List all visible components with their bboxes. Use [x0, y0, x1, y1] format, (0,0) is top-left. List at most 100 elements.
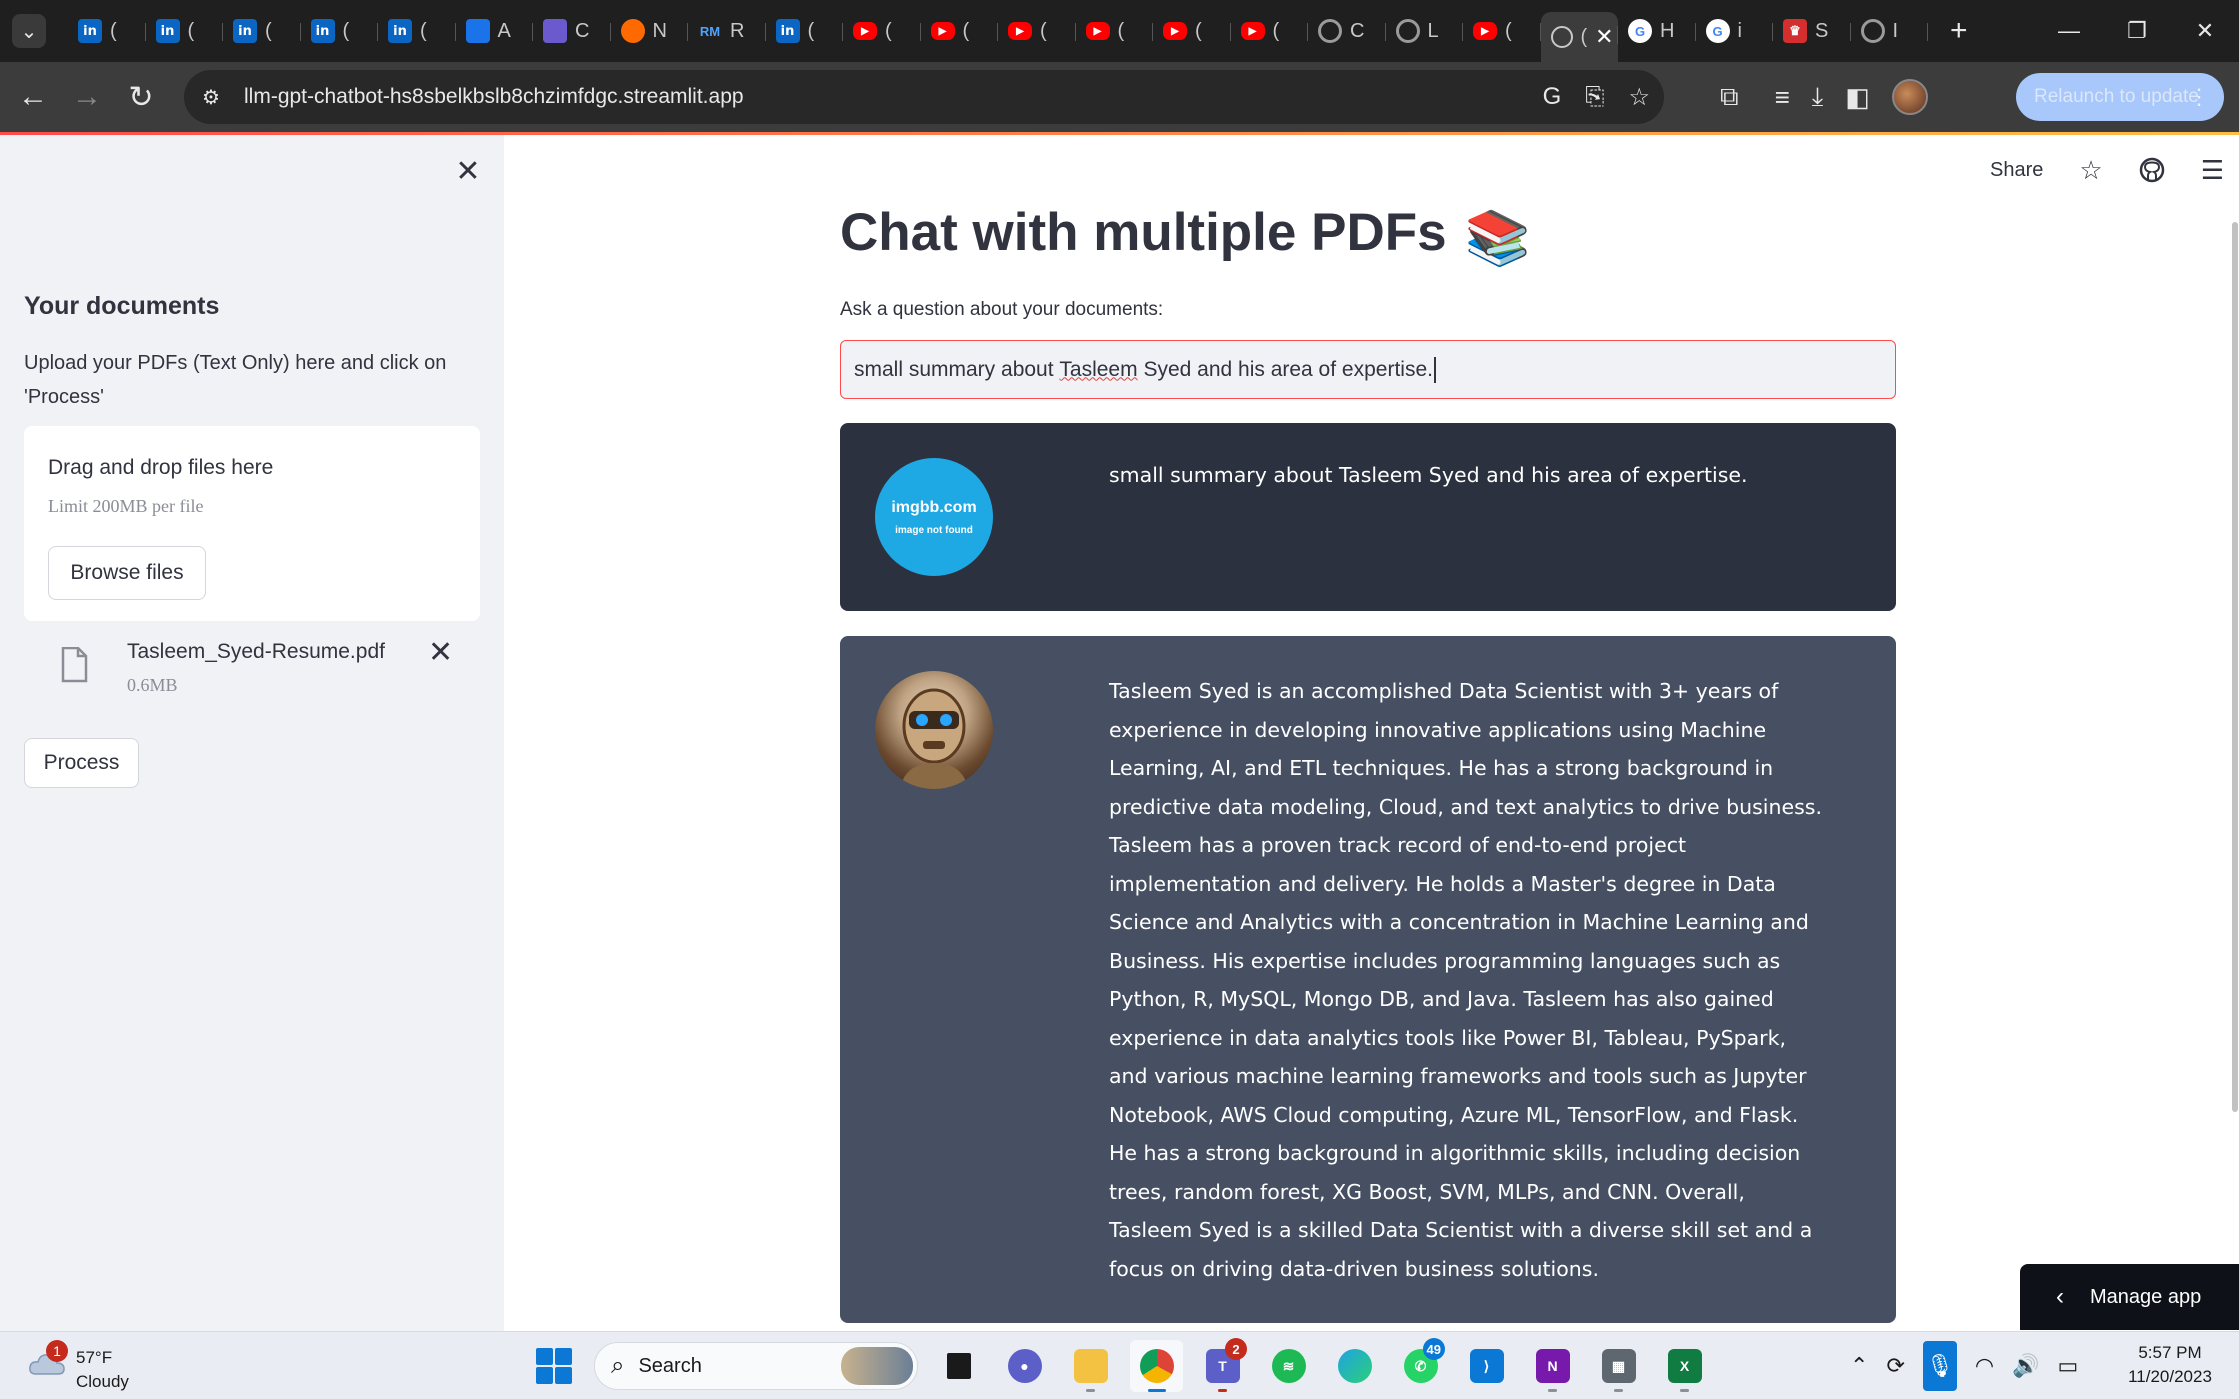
favorite-star-icon[interactable]: ☆ [2079, 155, 2102, 186]
browser-tab[interactable]: in ( [301, 9, 379, 53]
forward-arrow-icon[interactable]: → [60, 70, 114, 124]
address-bar-actions: G ⎘ ☆ [1543, 70, 1650, 124]
browser-tab[interactable]: ♛ S [1773, 9, 1851, 53]
browse-files-button[interactable]: Browse files [48, 546, 206, 600]
battery-icon[interactable]: ▭ [2057, 1353, 2078, 1379]
question-input[interactable]: small summary about Tasleem Syed and his… [840, 340, 1896, 399]
task-view-icon[interactable] [932, 1340, 985, 1392]
page-scrollbar[interactable] [2232, 222, 2238, 1112]
downloads-icon[interactable]: ⤓ [1812, 81, 1824, 113]
side-panel-icon[interactable]: ◧ [1845, 82, 1870, 113]
browser-tab[interactable]: A [456, 9, 534, 53]
text-caret [1433, 356, 1436, 383]
whatsapp-icon[interactable]: ✆ 49 [1394, 1338, 1447, 1392]
browser-tab[interactable]: ▶( [843, 9, 921, 53]
browser-tab[interactable]: C [1308, 9, 1386, 53]
close-window-icon[interactable]: ✕ [2171, 0, 2239, 62]
youtube-icon: ▶ [853, 22, 877, 40]
browser-tab[interactable]: GH [1618, 9, 1696, 53]
github-icon[interactable] [2139, 157, 2165, 183]
browser-tab[interactable]: Gi [1696, 9, 1774, 53]
dropzone-title: Drag and drop files here [48, 456, 274, 479]
youtube-icon: ▶ [1473, 22, 1497, 40]
edge-icon[interactable] [1328, 1340, 1381, 1392]
teams-badge: 2 [1225, 1338, 1247, 1360]
site-info-icon[interactable]: ⚙ [192, 78, 230, 116]
tab-title: ( [1040, 19, 1047, 42]
spotify-icon[interactable]: ≋ [1262, 1340, 1315, 1392]
restore-icon[interactable]: ❐ [2103, 0, 2171, 62]
share-link[interactable]: Share [1990, 159, 2043, 182]
system-clock[interactable]: 5:57 PM 11/20/2023 [2110, 1341, 2230, 1389]
browser-tab[interactable]: RM R [688, 9, 766, 53]
browser-tab[interactable]: ▶( [998, 9, 1076, 53]
browser-tab[interactable]: in ( [146, 9, 224, 53]
new-tab-plus-icon[interactable]: + [1950, 14, 1968, 48]
browser-tab[interactable]: in ( [223, 9, 301, 53]
tab-close-icon[interactable]: ✕ [1595, 24, 1613, 50]
onenote-icon[interactable]: N [1526, 1340, 1579, 1392]
weather-widget[interactable]: 1 57°F Cloudy [20, 1340, 140, 1392]
tray-overflow-chevron-icon[interactable]: ⌃ [1850, 1353, 1868, 1379]
taskbar-search-label: Search [638, 1354, 702, 1377]
media-controls-icon[interactable]: ≡ [1775, 82, 1790, 113]
windows-start-icon[interactable] [536, 1348, 572, 1384]
wifi-icon[interactable]: ◠ [1975, 1353, 1994, 1379]
profile-avatar[interactable] [1891, 79, 1928, 115]
calculator-icon[interactable]: ▦ [1592, 1340, 1645, 1392]
spellcheck-word: Tasleem [1059, 357, 1138, 381]
tab-title: C [575, 19, 590, 42]
browser-tab[interactable]: (✕ [1540, 12, 1618, 62]
window-controls: — ❐ ✕ [2035, 0, 2239, 62]
teams-icon[interactable]: T2 [1196, 1338, 1249, 1392]
hamburger-menu-icon[interactable]: ☰ [2201, 155, 2224, 186]
browser-tab[interactable]: ▶( [921, 9, 999, 53]
remove-file-icon[interactable]: ✕ [428, 635, 453, 670]
file-dropzone[interactable]: Drag and drop files here Limit 200MB per… [24, 426, 480, 621]
teams-chat-icon[interactable]: ● [998, 1340, 1051, 1392]
google-icon: G [1628, 19, 1652, 43]
microphone-icon[interactable]: 🎙 [1922, 1341, 1957, 1391]
bookmark-star-icon[interactable]: ☆ [1628, 83, 1650, 112]
vscode-icon[interactable]: ⟩ [1460, 1340, 1513, 1392]
clock-time: 5:57 PM [2138, 1343, 2202, 1362]
reload-icon[interactable]: ↻ [114, 70, 168, 124]
browser-tab[interactable]: in ( [766, 9, 844, 53]
relaunch-label: Relaunch to update [2034, 86, 2199, 107]
app-header: Share ☆ ☰ [1990, 150, 2224, 190]
process-button[interactable]: Process [24, 738, 139, 788]
manage-app-button[interactable]: ‹ Manage app [2020, 1264, 2239, 1330]
file-explorer-icon[interactable] [1064, 1340, 1117, 1392]
browser-tab[interactable]: I [1851, 9, 1929, 53]
extensions-puzzle-icon[interactable]: ⧉ [1720, 81, 1739, 113]
browser-tab[interactable]: in ( [378, 9, 456, 53]
sync-icon[interactable]: ⟳ [1886, 1353, 1904, 1379]
address-bar[interactable]: ⚙ llm-gpt-chatbot-hs8sbelkbslb8chzimfdgc… [184, 70, 1664, 124]
arrow-logo-icon [465, 19, 490, 43]
taskbar-search[interactable]: ⌕ Search [594, 1342, 918, 1390]
avatar-brand-text: imgbb.com [891, 498, 977, 516]
tab-title: ( [265, 19, 272, 42]
install-app-icon[interactable]: ⎘ [1585, 83, 1604, 111]
browser-tab[interactable]: L [1386, 9, 1464, 53]
page-title-text: Chat with multiple PDFs [840, 203, 1447, 262]
url-text[interactable]: llm-gpt-chatbot-hs8sbelkbslb8chzimfdgc.s… [244, 85, 744, 109]
google-lens-icon[interactable]: G [1543, 83, 1562, 111]
browser-tab[interactable]: ▶( [1231, 9, 1309, 53]
browser-tab[interactable]: N [611, 9, 689, 53]
browser-tab[interactable]: C [533, 9, 611, 53]
volume-icon[interactable]: 🔊 [2012, 1353, 2039, 1379]
browser-tab[interactable]: ▶( [1076, 9, 1154, 53]
linkedin-icon: in [310, 19, 335, 43]
browser-tab[interactable]: ▶( [1153, 9, 1231, 53]
browser-tab[interactable]: in ( [68, 9, 146, 53]
chrome-icon[interactable] [1130, 1340, 1183, 1392]
tab-search-chevron-icon[interactable]: ⌄ [12, 14, 46, 48]
more-menu-icon[interactable]: ⋮ [2188, 84, 2210, 110]
excel-icon[interactable]: X [1658, 1340, 1711, 1392]
sidebar-close-icon[interactable]: ✕ [452, 155, 484, 188]
minimize-icon[interactable]: — [2035, 0, 2103, 62]
relaunch-to-update-button[interactable]: Relaunch to update ⋮ [2016, 73, 2224, 121]
back-arrow-icon[interactable]: ← [6, 70, 60, 124]
browser-tab[interactable]: ▶( [1463, 9, 1541, 53]
